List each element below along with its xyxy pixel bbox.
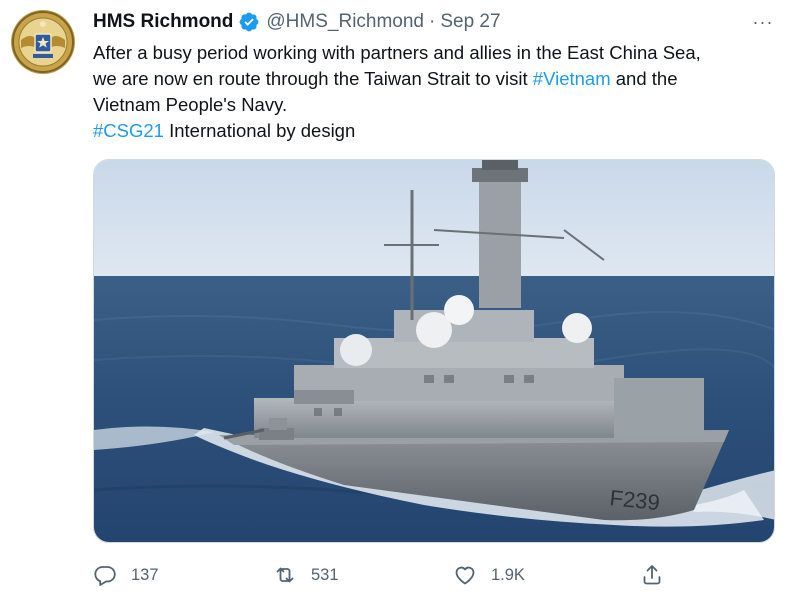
tweet-text-line: After a busy period working with partner… <box>93 40 793 66</box>
share-button[interactable] <box>640 560 664 590</box>
tweet-actions: 137 531 1.9K <box>93 560 693 590</box>
separator-dot: · <box>429 11 436 32</box>
tweet-card[interactable]: HMS Richmond @HMS_Richmond · Sep 27 ··· … <box>0 0 812 610</box>
like-button[interactable]: 1.9K <box>453 560 525 590</box>
like-count: 1.9K <box>491 565 525 584</box>
timestamp[interactable]: Sep 27 <box>440 11 500 33</box>
retweet-icon <box>276 567 294 583</box>
text-segment: International by design <box>163 120 356 141</box>
hull-number: F239 <box>608 485 660 515</box>
more-options-button[interactable]: ··· <box>748 10 778 34</box>
text-segment: we are now en route through the Taiwan S… <box>93 68 533 89</box>
avatar[interactable] <box>11 10 75 74</box>
text-segment: Vietnam People's Navy. <box>93 94 288 115</box>
author-name[interactable]: HMS Richmond <box>93 11 233 33</box>
tweet-text-line: we are now en route through the Taiwan S… <box>93 66 793 92</box>
hashtag-vietnam[interactable]: #Vietnam <box>533 68 611 89</box>
tweet-text-line: Vietnam People's Navy. <box>93 92 793 118</box>
reply-count: 137 <box>131 565 159 584</box>
warship-photo: F239 <box>94 160 774 542</box>
tweet-text: After a busy period working with partner… <box>93 40 793 144</box>
crest-icon <box>12 11 74 73</box>
retweet-count: 531 <box>311 565 339 584</box>
reply-icon <box>94 566 116 586</box>
more-icon: ··· <box>752 11 774 32</box>
heart-icon <box>455 566 475 585</box>
retweet-button[interactable]: 531 <box>273 560 339 590</box>
reply-button[interactable]: 137 <box>93 560 159 590</box>
tweet-text-line: #CSG21 International by design <box>93 118 793 144</box>
verified-badge-icon <box>239 12 259 32</box>
share-icon <box>643 565 661 585</box>
tweet-photo[interactable]: F239 <box>93 159 775 543</box>
text-segment: and the <box>610 68 678 89</box>
text-segment: After a busy period working with partner… <box>93 42 701 63</box>
author-handle[interactable]: @HMS_Richmond <box>266 11 424 33</box>
hashtag-csg21[interactable]: #CSG21 <box>93 120 164 141</box>
tweet-header: HMS Richmond @HMS_Richmond · Sep 27 <box>93 10 501 34</box>
